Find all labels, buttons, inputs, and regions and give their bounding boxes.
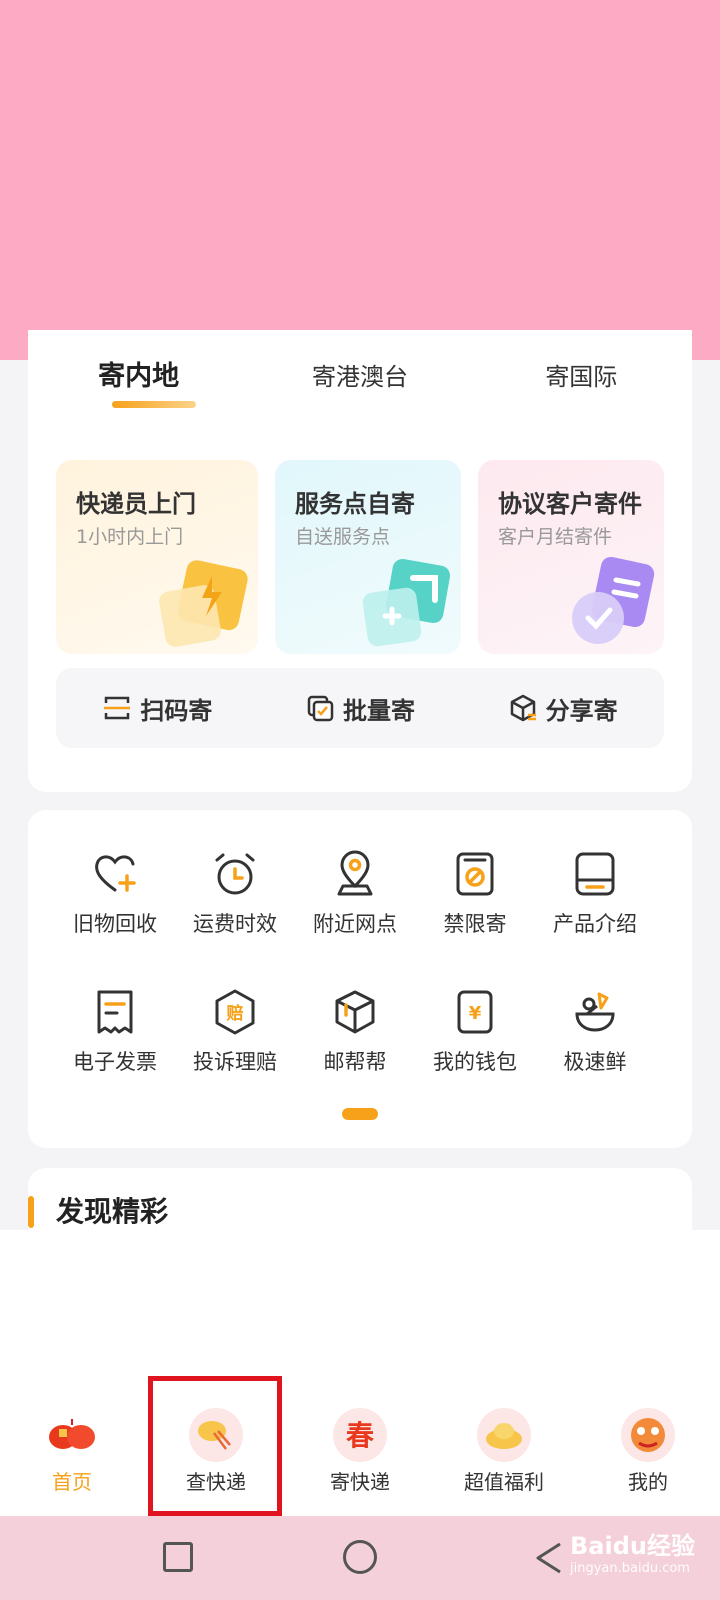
courier-pickup-card[interactable]: 快递员上门 1小时内上门 bbox=[56, 460, 258, 654]
promo-banner[interactable] bbox=[0, 0, 720, 360]
tab-international[interactable]: 寄国际 bbox=[471, 352, 692, 408]
service-title: 快递员上门 bbox=[76, 490, 196, 518]
tool-label: 禁限寄 bbox=[443, 912, 507, 936]
lion-dance-icon bbox=[621, 1408, 675, 1462]
tab-mainland[interactable]: 寄内地 bbox=[28, 352, 249, 408]
dropoff-arrow-icon bbox=[362, 558, 451, 647]
service-subtitle: 客户月结寄件 bbox=[498, 526, 613, 548]
book-icon bbox=[575, 852, 615, 896]
tool-label: 投诉理赔 bbox=[193, 1050, 277, 1074]
batch-icon bbox=[307, 695, 334, 722]
tool-wallet[interactable]: ¥ 我的钱包 bbox=[410, 988, 540, 1076]
watermark-brand: Baidu经验 bbox=[570, 1532, 695, 1560]
bottom-nav: 首页 查快递 春 寄快递 超值福利 我的 bbox=[0, 1396, 720, 1516]
tool-label: 旧物回收 bbox=[73, 912, 157, 936]
nav-home[interactable]: 首页 bbox=[0, 1396, 144, 1516]
svg-text:春: 春 bbox=[346, 1419, 374, 1452]
batch-send-label: 批量寄 bbox=[343, 696, 415, 725]
share-box-icon bbox=[510, 694, 536, 722]
tool-express-fresh[interactable]: 极速鲜 bbox=[530, 988, 660, 1076]
tool-products[interactable]: 产品介绍 bbox=[530, 850, 660, 938]
compensation-hexagon-icon: 赔 bbox=[215, 989, 255, 1035]
alarm-clock-icon bbox=[215, 853, 255, 895]
share-send-button[interactable]: 分享寄 bbox=[461, 691, 664, 726]
share-send-label: 分享寄 bbox=[545, 696, 618, 725]
tool-label: 产品介绍 bbox=[553, 912, 637, 936]
tool-complaint[interactable]: 赔 投诉理赔 bbox=[170, 988, 300, 1076]
nav-label: 我的 bbox=[628, 1470, 668, 1494]
service-title: 协议客户寄件 bbox=[498, 490, 642, 518]
tool-e-invoice[interactable]: 电子发票 bbox=[50, 988, 180, 1076]
self-dropoff-card[interactable]: 服务点自寄 自送服务点 bbox=[275, 460, 461, 654]
tool-label: 运费时效 bbox=[193, 912, 277, 936]
prohibited-icon bbox=[456, 852, 494, 896]
back-triangle-icon[interactable] bbox=[530, 1538, 570, 1578]
send-card: 寄内地 寄港澳台 寄国际 快递员上门 1小时内上门 服务点自寄 自送服务点 协议… bbox=[28, 330, 692, 792]
gold-ingot-icon bbox=[477, 1408, 531, 1462]
svg-text:赔: 赔 bbox=[227, 1003, 244, 1024]
highlight-box bbox=[148, 1376, 282, 1516]
nav-label: 首页 bbox=[52, 1470, 92, 1494]
lantern-icon bbox=[45, 1408, 99, 1462]
service-subtitle: 自送服务点 bbox=[295, 526, 391, 548]
tool-youbangbang[interactable]: 邮帮帮 bbox=[290, 988, 420, 1076]
tool-label: 电子发票 bbox=[73, 1050, 157, 1074]
quick-send-bar: 扫码寄 批量寄 分享寄 bbox=[56, 668, 664, 748]
nav-label: 寄快递 bbox=[330, 1470, 390, 1494]
batch-send-button[interactable]: 批量寄 bbox=[259, 691, 462, 726]
discover-title: 发现精彩 bbox=[56, 1195, 169, 1228]
system-nav-bar: Baidu经验 jingyan.baidu.com bbox=[0, 1516, 720, 1600]
location-pin-icon bbox=[337, 850, 373, 896]
tab-international-label: 寄国际 bbox=[545, 363, 618, 391]
recent-apps-button[interactable] bbox=[163, 1542, 193, 1572]
heart-plus-icon bbox=[95, 855, 136, 892]
spring-character-icon: 春 bbox=[333, 1408, 387, 1462]
service-title: 服务点自寄 bbox=[295, 490, 415, 518]
wallet-yuan-icon: ¥ bbox=[457, 990, 493, 1034]
nav-profile[interactable]: 我的 bbox=[576, 1396, 720, 1516]
nav-benefits[interactable]: 超值福利 bbox=[432, 1396, 576, 1516]
scan-icon bbox=[104, 696, 131, 720]
tool-recycle[interactable]: 旧物回收 bbox=[50, 850, 180, 938]
tool-prohibited[interactable]: 禁限寄 bbox=[410, 850, 540, 938]
tools-grid: 旧物回收 运费时效 附近网点 禁限寄 产品介绍 电子发票 赔 投诉理赔 邮帮帮 … bbox=[28, 810, 692, 1148]
page-indicator bbox=[342, 1108, 378, 1120]
nav-send-package[interactable]: 春 寄快递 bbox=[288, 1396, 432, 1516]
contract-client-card[interactable]: 协议客户寄件 客户月结寄件 bbox=[478, 460, 664, 654]
document-check-icon bbox=[572, 556, 655, 644]
watermark-url: jingyan.baidu.com bbox=[570, 1561, 690, 1576]
tool-label: 我的钱包 bbox=[433, 1050, 517, 1074]
tool-shipping-time[interactable]: 运费时效 bbox=[170, 850, 300, 938]
tab-underline bbox=[112, 401, 196, 408]
scan-send-label: 扫码寄 bbox=[140, 696, 213, 725]
tab-hmt-label: 寄港澳台 bbox=[311, 363, 408, 391]
watermark: Baidu经验 jingyan.baidu.com bbox=[570, 1526, 695, 1576]
tool-label: 邮帮帮 bbox=[323, 1050, 387, 1074]
scan-send-button[interactable]: 扫码寄 bbox=[56, 691, 259, 726]
tab-mainland-label: 寄内地 bbox=[98, 361, 180, 392]
tab-hk-macau-taiwan[interactable]: 寄港澳台 bbox=[249, 352, 470, 408]
region-tabs: 寄内地 寄港澳台 寄国际 bbox=[28, 352, 692, 408]
nav-label: 超值福利 bbox=[464, 1470, 544, 1494]
svg-text:¥: ¥ bbox=[469, 1003, 482, 1024]
home-button[interactable] bbox=[343, 1540, 377, 1574]
package-box-icon bbox=[335, 990, 375, 1034]
tool-label: 极速鲜 bbox=[563, 1050, 627, 1074]
tool-nearby[interactable]: 附近网点 bbox=[290, 850, 420, 938]
fresh-bowl-icon bbox=[575, 992, 615, 1032]
receipt-icon bbox=[97, 990, 133, 1034]
tool-label: 附近网点 bbox=[313, 912, 397, 936]
lightning-card-icon bbox=[159, 560, 248, 647]
section-accent-bar bbox=[28, 1196, 34, 1228]
service-subtitle: 1小时内上门 bbox=[76, 526, 184, 548]
